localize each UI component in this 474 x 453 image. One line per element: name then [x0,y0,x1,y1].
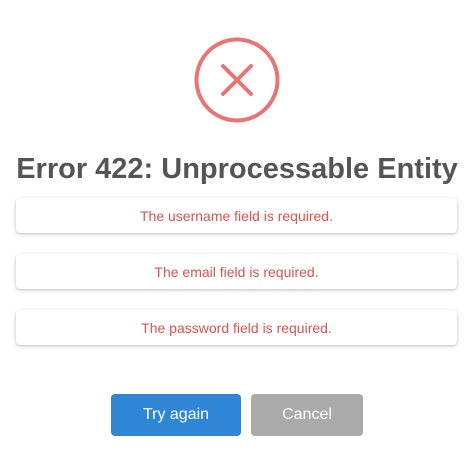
error-message-text: The username field is required. [140,207,333,224]
error-message-password: The password field is required. [16,310,457,345]
try-again-button[interactable]: Try again [111,394,241,436]
error-message-email: The email field is required. [16,254,457,289]
error-message-text: The password field is required. [141,319,332,336]
error-message-text: The email field is required. [154,263,319,280]
error-page: Error 422: Unprocessable Entity The user… [0,0,474,453]
close-circle-icon [194,37,280,123]
error-title: Error 422: Unprocessable Entity [16,153,458,185]
error-message-username: The username field is required. [16,198,457,233]
cancel-button[interactable]: Cancel [251,394,363,436]
